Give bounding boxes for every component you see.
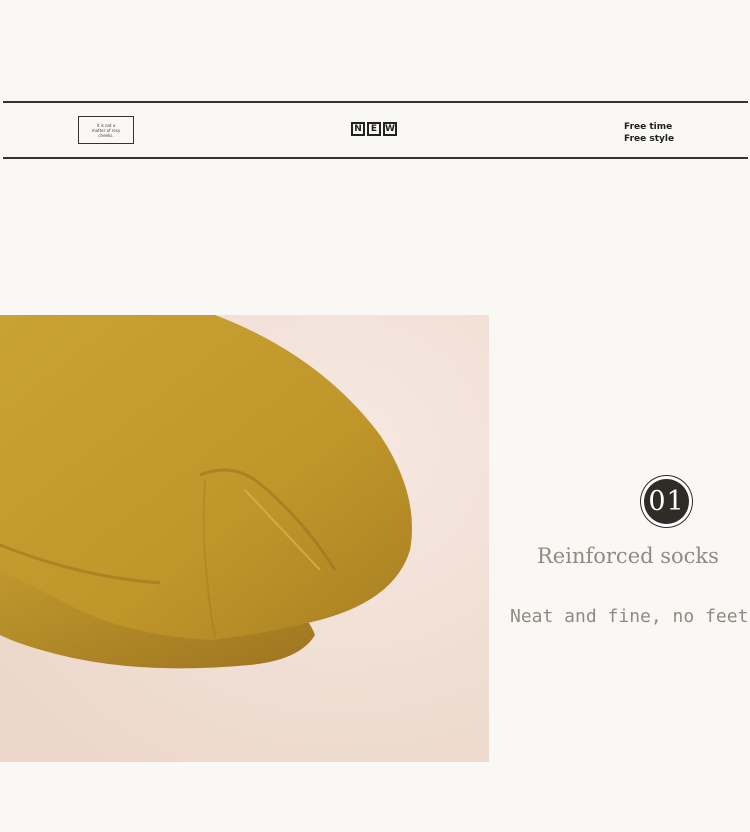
- new-letter: E: [367, 122, 381, 136]
- product-photo: [0, 315, 489, 762]
- new-letter: N: [351, 122, 365, 136]
- new-letter: W: [383, 122, 397, 136]
- feature-title: Reinforced socks: [537, 544, 719, 568]
- feature-subtitle: Neat and fine, no feet: [510, 606, 749, 627]
- feature-number-badge: 01: [641, 476, 692, 527]
- sock-image: [0, 315, 489, 762]
- new-logo: N E W: [351, 122, 397, 136]
- header-banner: it is not a matter of rosy cheeks. N E W…: [3, 101, 748, 159]
- slogan-line: cheeks.: [98, 132, 114, 138]
- free-line: Free time: [624, 122, 673, 132]
- slogan-badge: it is not a matter of rosy cheeks.: [78, 116, 134, 144]
- free-line: Free style: [624, 134, 675, 144]
- free-tagline: Free time Free style: [624, 121, 674, 145]
- feature-number: 01: [648, 486, 685, 517]
